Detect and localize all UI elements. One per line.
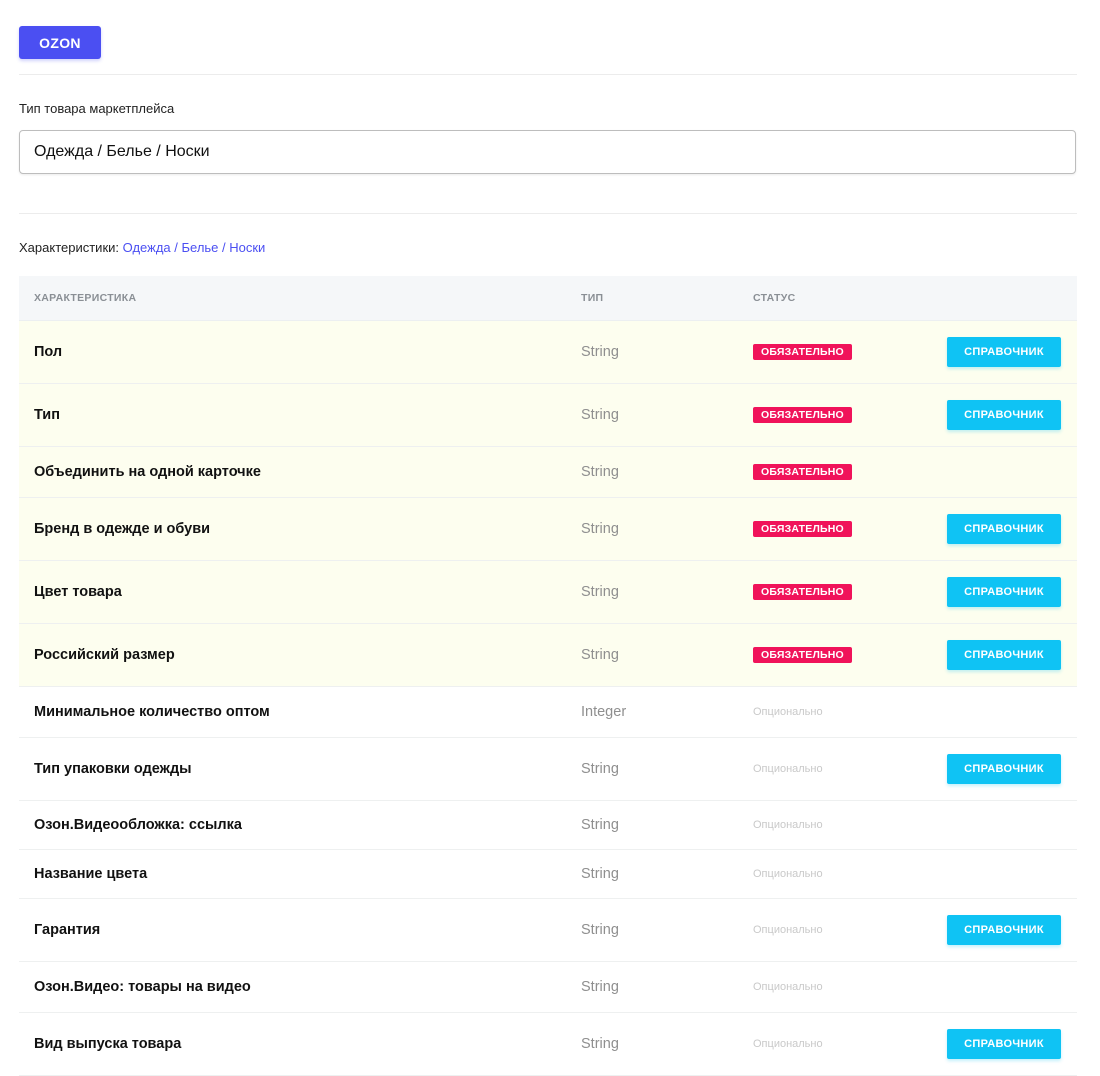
table-row: Озон.Видеообложка: ссылка String Опциональ… [19, 801, 1077, 850]
ozon-marketplace-button[interactable]: OZON [19, 26, 101, 59]
table-row: Объединить на одной карточке String ОБЯЗАТ… [19, 447, 1077, 498]
required-badge: ОБЯЗАТЕЛЬНО [753, 584, 852, 600]
characteristic-type: Integer [581, 704, 627, 720]
characteristic-type: String [581, 647, 619, 663]
divider [19, 74, 1077, 75]
optional-status: Опционально [753, 1038, 823, 1050]
required-badge: ОБЯЗАТЕЛЬНО [753, 344, 852, 360]
characteristic-name: Название цвета [34, 866, 148, 882]
characteristic-type: String [581, 407, 619, 423]
table-row: Вид выпуска товара String Опционально СПРАВ… [19, 1013, 1077, 1076]
characteristic-type: String [581, 584, 619, 600]
characteristic-type: String [581, 979, 619, 995]
optional-status: Опционально [753, 868, 823, 880]
reference-button[interactable]: СПРАВОЧНИК [947, 400, 1061, 430]
characteristic-name: Минимальное количество оптом [34, 704, 270, 720]
required-badge: ОБЯЗАТЕЛЬНО [753, 407, 852, 423]
characteristic-type: String [581, 817, 619, 833]
characteristic-name: Цвет товара [34, 584, 122, 600]
characteristic-name: Озон.Видеообложка: ссылка [34, 817, 242, 833]
reference-button[interactable]: СПРАВОЧНИК [947, 1029, 1061, 1059]
optional-status: Опционально [753, 706, 823, 718]
characteristic-name: Гарантия [34, 922, 101, 938]
characteristic-type: String [581, 1036, 619, 1052]
header-type: ТИП [581, 292, 604, 304]
characteristic-name: Тип [34, 407, 60, 423]
optional-status: Опционально [753, 819, 823, 831]
table-header: ХАРАКТЕРИСТИКА ТИП СТАТУС [19, 276, 1077, 321]
characteristic-name: Пол [34, 344, 63, 360]
characteristic-type: String [581, 922, 619, 938]
product-type-input[interactable] [19, 130, 1076, 174]
characteristic-name: Бренд в одежде и обуви [34, 521, 211, 537]
required-badge: ОБЯЗАТЕЛЬНО [753, 464, 852, 480]
reference-button[interactable]: СПРАВОЧНИК [947, 577, 1061, 607]
characteristic-type: String [581, 344, 619, 360]
characteristic-name: Объединить на одной карточке [34, 464, 261, 480]
characteristic-type: String [581, 761, 619, 777]
characteristic-type: String [581, 521, 619, 537]
optional-status: Опционально [753, 924, 823, 936]
table-row: Гарантия String Опционально СПРАВОЧНИК [19, 899, 1077, 962]
table-row: Пол String ОБЯЗАТЕЛЬНО СПРАВОЧНИК [19, 321, 1077, 384]
table-row: Цвет товара String ОБЯЗАТЕЛЬНО СПРАВОЧНИК [19, 561, 1077, 624]
table-row: Минимальное количество оптом Integer Опцио… [19, 687, 1077, 738]
characteristic-type: String [581, 866, 619, 882]
required-badge: ОБЯЗАТЕЛЬНО [753, 647, 852, 663]
table-row: Тип String ОБЯЗАТЕЛЬНО СПРАВОЧНИК [19, 384, 1077, 447]
header-status: СТАТУС [753, 292, 796, 304]
reference-button[interactable]: СПРАВОЧНИК [947, 640, 1061, 670]
characteristic-name: Тип упаковки одежды [34, 761, 192, 777]
reference-button[interactable]: СПРАВОЧНИК [947, 514, 1061, 544]
table-row: Озон.Видео: товары на видео String Опциона… [19, 962, 1077, 1013]
divider [19, 213, 1077, 214]
reference-button[interactable]: СПРАВОЧНИК [947, 915, 1061, 945]
table-row: Бренд в одежде и обуви String ОБЯЗАТЕЛЬНО С… [19, 498, 1077, 561]
table-body: Пол String ОБЯЗАТЕЛЬНО СПРАВОЧНИК Тип String О… [19, 321, 1077, 1076]
optional-status: Опционально [753, 763, 823, 775]
table-row: Тип упаковки одежды String Опционально СПРА… [19, 738, 1077, 801]
characteristic-type: String [581, 464, 619, 480]
characteristic-name: Вид выпуска товара [34, 1036, 182, 1052]
characteristic-name: Озон.Видео: товары на видео [34, 979, 251, 995]
table-row: Российский размер String ОБЯЗАТЕЛЬНО СПРАВО… [19, 624, 1077, 687]
optional-status: Опционально [753, 981, 823, 993]
table-row: Название цвета String Опционально [19, 850, 1077, 899]
reference-button[interactable]: СПРАВОЧНИК [947, 337, 1061, 367]
product-type-label: Тип товара маркетплейса [19, 101, 175, 116]
characteristics-label: Характеристики: [19, 240, 120, 255]
characteristics-table: ХАРАКТЕРИСТИКА ТИП СТАТУС Пол String ОБЯЗА… [19, 276, 1077, 1076]
page: OZON Тип товара маркетплейса Характерист… [0, 0, 1100, 1076]
characteristics-heading: Характеристики: Одежда / Белье / Носки [19, 240, 265, 255]
reference-button[interactable]: СПРАВОЧНИК [947, 754, 1061, 784]
characteristics-category-link[interactable]: Одежда / Белье / Носки [123, 240, 266, 255]
header-characteristic: ХАРАКТЕРИСТИКА [34, 292, 137, 304]
characteristic-name: Российский размер [34, 647, 175, 663]
required-badge: ОБЯЗАТЕЛЬНО [753, 521, 852, 537]
